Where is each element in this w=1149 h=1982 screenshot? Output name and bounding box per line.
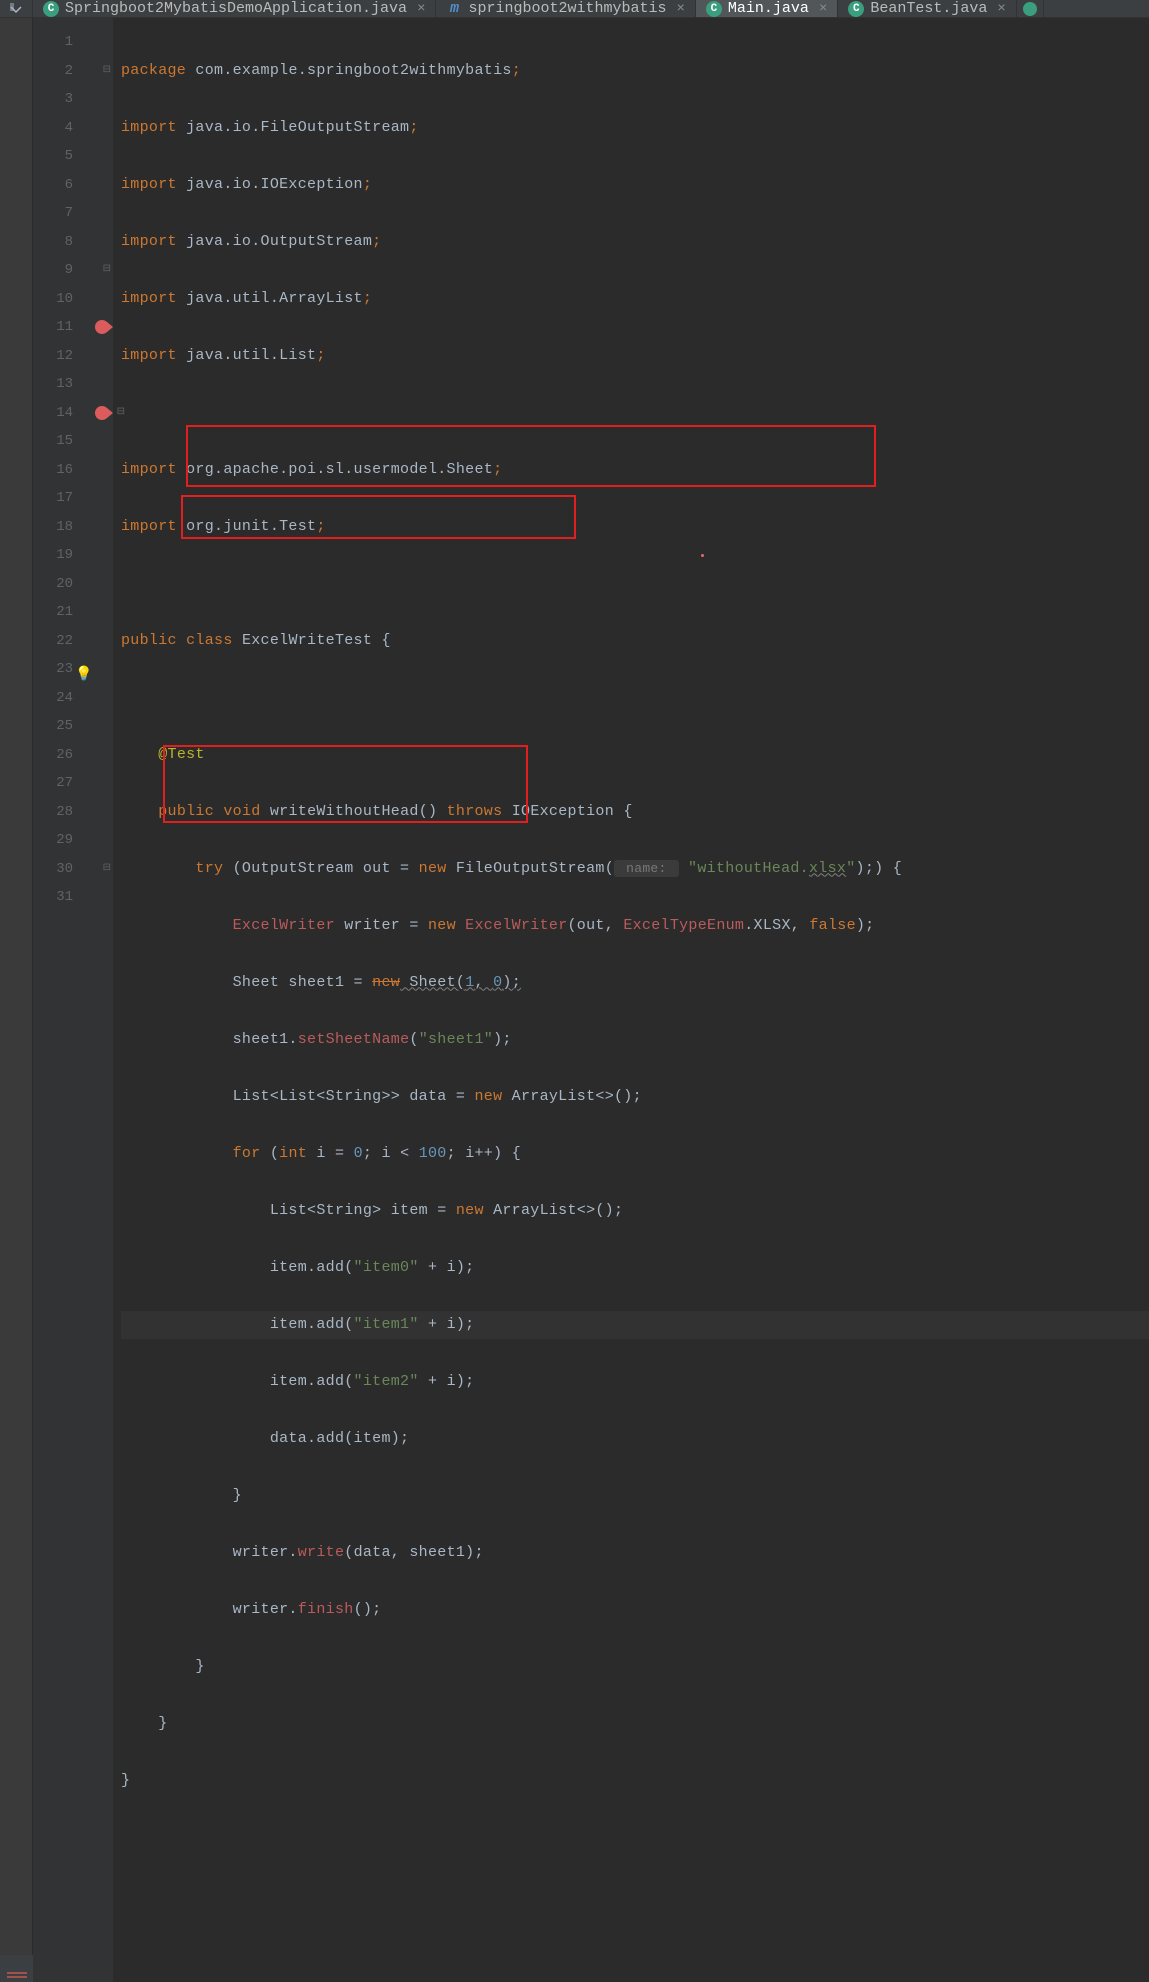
bulb-icon[interactable]: 💡 (75, 661, 91, 677)
breakpoint-icon[interactable] (95, 320, 109, 334)
fold-icon[interactable]: ⊟ (101, 265, 111, 275)
red-dot (701, 554, 704, 557)
tab-springboot-mybatis[interactable]: m springboot2withmybatis × (436, 0, 695, 17)
dropdown-icon[interactable] (9, 2, 23, 16)
tab-label: Springboot2MybatisDemoApplication.java (65, 0, 407, 17)
code-content[interactable]: package com.example.springboot2withmybat… (113, 18, 1149, 1982)
tab-beantest[interactable]: C BeanTest.java × (838, 0, 1016, 17)
breakpoint-icon[interactable] (95, 406, 109, 420)
close-icon[interactable]: × (819, 1, 827, 17)
fold-icon[interactable]: ⊟ (101, 66, 111, 76)
tab-label: BeanTest.java (870, 0, 987, 17)
java-class-icon (1023, 2, 1037, 16)
close-icon[interactable]: × (417, 1, 425, 17)
line-number-gutter: 1 2⊟ 3 4 5 6 7 8 9⊟ 10 11 12 13 14⊟ 15 1… (33, 18, 113, 1982)
tab-main[interactable]: C Main.java × (696, 0, 838, 17)
code-editor[interactable]: 1 2⊟ 3 4 5 6 7 8 9⊟ 10 11 12 13 14⊟ 15 1… (33, 18, 1149, 1982)
fold-icon[interactable]: ⊟ (101, 864, 111, 874)
java-class-icon: C (848, 1, 864, 17)
tab-partial[interactable] (1017, 0, 1044, 17)
tab-label: Main.java (728, 0, 809, 17)
tab-springboot-app[interactable]: C Springboot2MybatisDemoApplication.java… (33, 0, 436, 17)
java-class-icon: C (706, 1, 722, 17)
left-gutter-top (0, 0, 33, 17)
bottom-toolbar-icon[interactable] (0, 1955, 33, 1982)
maven-icon: m (446, 1, 462, 17)
editor-tabs: C Springboot2MybatisDemoApplication.java… (0, 0, 1149, 18)
tab-label: springboot2withmybatis (468, 0, 666, 17)
left-tool-strip (0, 18, 33, 1982)
close-icon[interactable]: × (997, 1, 1005, 17)
close-icon[interactable]: × (677, 1, 685, 17)
java-class-icon: C (43, 1, 59, 17)
